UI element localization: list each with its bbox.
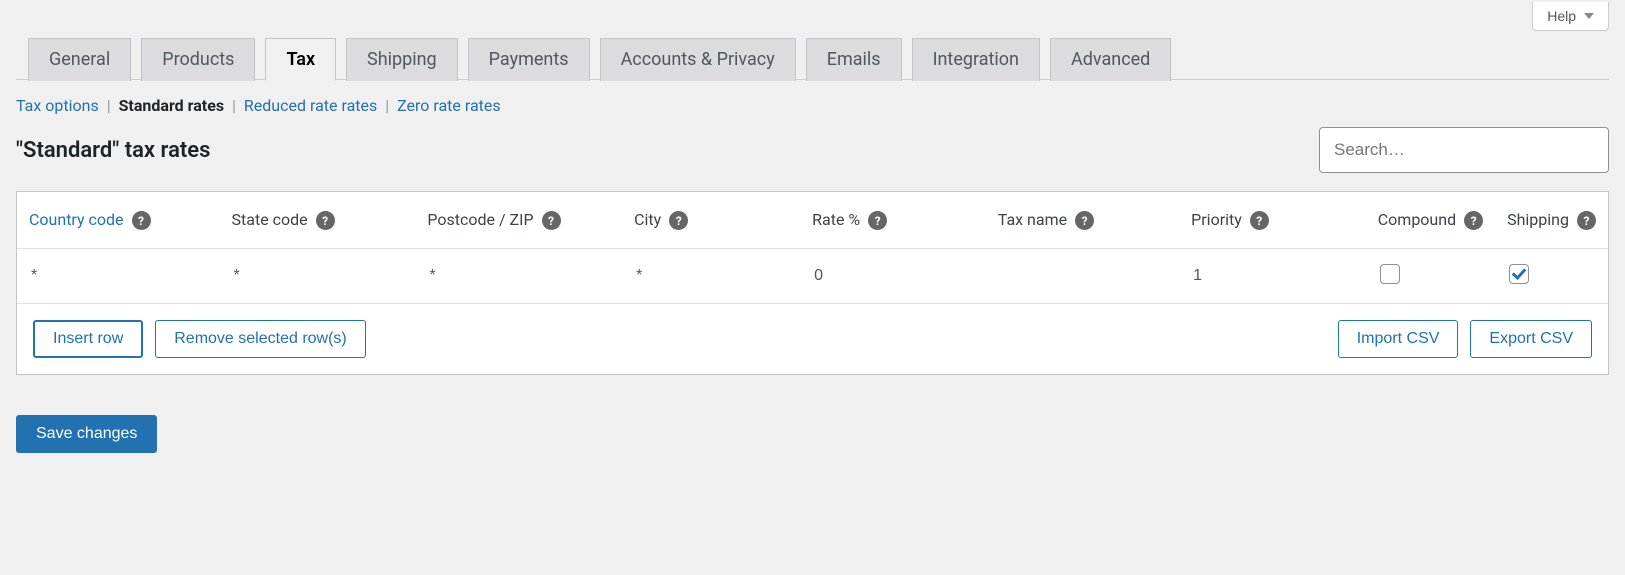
tab-accounts-privacy[interactable]: Accounts & Privacy (600, 38, 796, 81)
col-shipping: Shipping ? (1495, 192, 1608, 249)
tab-general[interactable]: General (28, 38, 131, 81)
col-city: City ? (622, 192, 800, 249)
help-icon[interactable]: ? (669, 211, 688, 230)
col-compound: Compound ? (1366, 192, 1495, 249)
country-input[interactable] (27, 257, 210, 295)
subnav-zero-rates[interactable]: Zero rate rates (397, 96, 501, 115)
tab-tax[interactable]: Tax (265, 38, 336, 81)
remove-rows-button[interactable]: Remove selected row(s) (155, 320, 366, 358)
tax-subnav: Tax options | Standard rates | Reduced r… (16, 96, 1609, 115)
import-csv-button[interactable]: Import CSV (1338, 320, 1459, 358)
help-icon[interactable]: ? (316, 211, 335, 230)
tab-advanced[interactable]: Advanced (1050, 38, 1171, 81)
settings-tabs: General Products Tax Shipping Payments A… (16, 37, 1609, 80)
save-button[interactable]: Save changes (16, 415, 157, 453)
help-icon[interactable]: ? (1577, 211, 1596, 230)
compound-checkbox[interactable] (1380, 264, 1400, 284)
help-icon[interactable]: ? (1250, 211, 1269, 230)
col-tax-name: Tax name ? (986, 192, 1179, 249)
separator: | (232, 96, 236, 115)
help-icon[interactable]: ? (868, 211, 887, 230)
export-csv-button[interactable]: Export CSV (1470, 320, 1592, 358)
col-postcode: Postcode / ZIP ? (415, 192, 622, 249)
help-toggle[interactable]: Help (1532, 2, 1609, 31)
help-icon[interactable]: ? (542, 211, 561, 230)
help-icon[interactable]: ? (1464, 211, 1483, 230)
col-country[interactable]: Country code ? (17, 192, 220, 249)
tab-shipping[interactable]: Shipping (346, 38, 458, 81)
help-icon[interactable]: ? (132, 211, 151, 230)
separator: | (385, 96, 389, 115)
postcode-input[interactable] (425, 257, 612, 295)
priority-input[interactable] (1189, 257, 1356, 295)
tab-products[interactable]: Products (141, 38, 255, 81)
col-state: State code ? (220, 192, 416, 249)
subnav-reduced-rates[interactable]: Reduced rate rates (244, 96, 377, 115)
col-priority: Priority ? (1179, 192, 1366, 249)
tax-name-input[interactable] (996, 257, 1169, 295)
state-input[interactable] (230, 257, 406, 295)
separator: | (107, 96, 111, 115)
rate-input[interactable] (810, 257, 976, 295)
col-rate: Rate % ? (800, 192, 986, 249)
insert-row-button[interactable]: Insert row (33, 320, 143, 358)
city-input[interactable] (632, 257, 790, 295)
shipping-checkbox[interactable] (1509, 264, 1529, 284)
table-row[interactable] (17, 249, 1608, 304)
page-title: "Standard" tax rates (16, 138, 210, 163)
tab-payments[interactable]: Payments (468, 38, 590, 81)
tab-integration[interactable]: Integration (912, 38, 1040, 81)
help-icon[interactable]: ? (1075, 211, 1094, 230)
subnav-standard-rates[interactable]: Standard rates (119, 96, 225, 115)
tax-rates-table: Country code ? State code ? Postcode / Z… (16, 191, 1609, 375)
search-input[interactable] (1319, 127, 1609, 173)
help-label: Help (1547, 8, 1576, 24)
chevron-down-icon (1584, 13, 1594, 19)
subnav-tax-options[interactable]: Tax options (16, 96, 99, 115)
tab-emails[interactable]: Emails (806, 38, 902, 81)
